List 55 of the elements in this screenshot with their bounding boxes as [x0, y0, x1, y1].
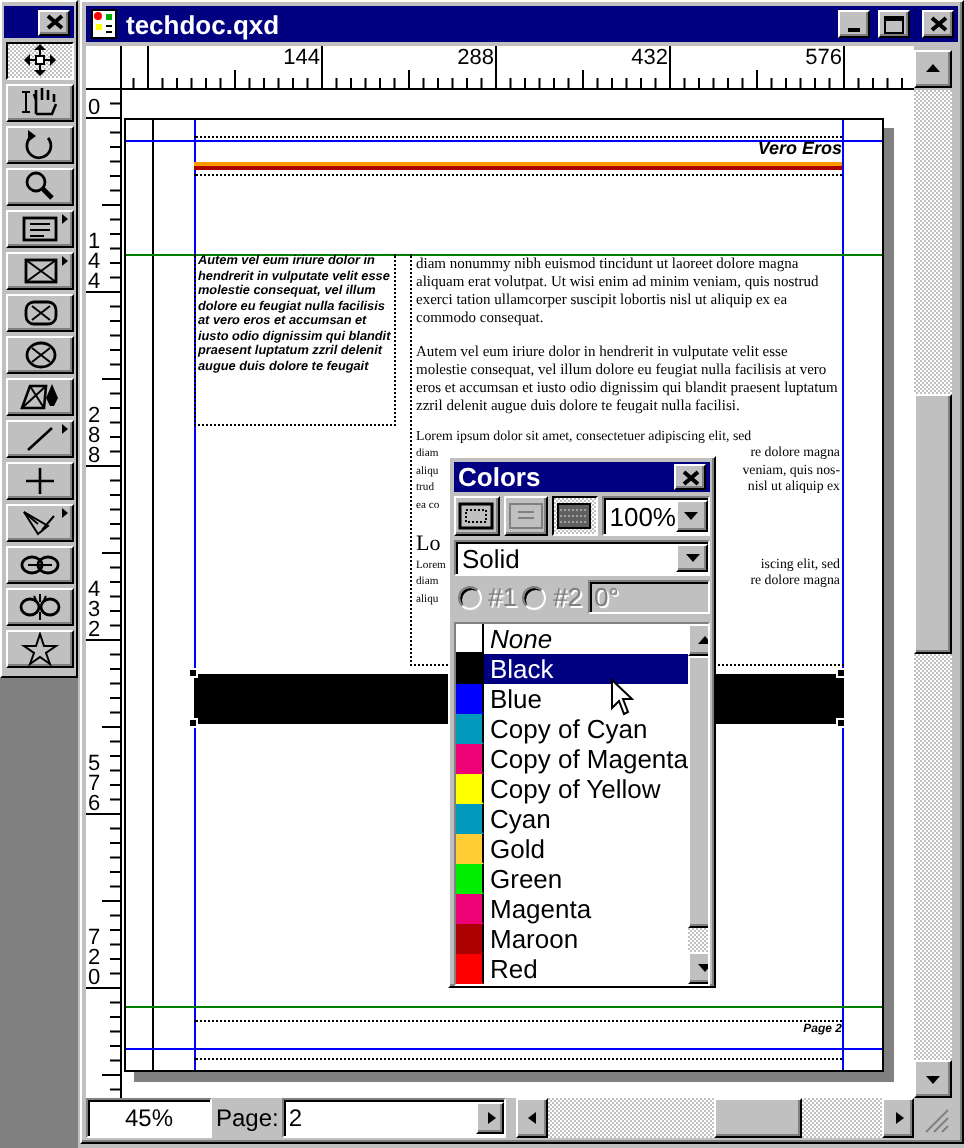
text-color-icon [505, 500, 546, 532]
selection-handle[interactable] [836, 668, 846, 678]
close-icon [929, 16, 947, 32]
document-icon [90, 8, 118, 40]
scroll-thumb[interactable] [713, 1098, 802, 1138]
ruler-label: 144 [283, 48, 320, 70]
scroll-down-button[interactable] [914, 1060, 952, 1098]
maximize-button[interactable] [878, 10, 910, 38]
scroll-left-button[interactable] [516, 1098, 549, 1138]
close-button[interactable] [38, 9, 70, 35]
ruler-label: 432 [631, 48, 668, 70]
ruler-label: 0 [88, 98, 103, 118]
caret-down-icon [683, 552, 701, 564]
window-title: techdoc.qxd [126, 9, 282, 39]
ruler-label: 288 [457, 48, 494, 70]
color-list-item[interactable]: Black [484, 654, 689, 684]
color-mode-button[interactable] [552, 496, 598, 536]
scroll-right-button[interactable] [882, 1098, 914, 1138]
zoom-field[interactable]: 45% [86, 1098, 212, 1138]
caret-down-icon [682, 510, 701, 522]
body-heading: Lo [416, 529, 441, 558]
caret-left-icon [523, 1112, 542, 1124]
background-color-icon [554, 500, 595, 532]
page-field[interactable]: 2 [282, 1098, 507, 1138]
scroll-thumb[interactable] [914, 393, 952, 654]
blend-dropdown[interactable]: Solid [454, 540, 710, 576]
caret-down-icon [924, 1073, 942, 1085]
close-icon [681, 469, 699, 485]
ruler-label: 720 [88, 928, 103, 988]
selection-handle[interactable] [188, 668, 198, 678]
minimize-button[interactable] [838, 10, 870, 38]
color-2-label: #2 [552, 582, 582, 612]
maximize-icon [884, 15, 904, 33]
header-text: Vero Eros [757, 138, 842, 160]
page-label: Page: [216, 1104, 279, 1132]
palette-title: Colors [458, 462, 541, 492]
ruler-origin[interactable] [86, 46, 122, 90]
ruler-label: 288 [88, 406, 103, 466]
ruler-label: 576 [88, 754, 103, 814]
close-button[interactable] [922, 10, 954, 38]
close-icon [45, 14, 63, 30]
selection-handle[interactable] [188, 718, 198, 728]
pointer-icon [610, 678, 634, 716]
color-list-item[interactable]: None [484, 624, 689, 654]
selection-handle[interactable] [836, 718, 846, 728]
color-1-label: #1 [488, 582, 517, 612]
ruler-label: 432 [88, 580, 103, 640]
tool-button[interactable] [5, 42, 73, 80]
close-button[interactable] [674, 464, 706, 490]
caret-up-icon [924, 62, 942, 74]
ruler-label: 576 [805, 48, 842, 70]
ruler-label: 144 [88, 232, 103, 292]
frame-icon [456, 500, 497, 532]
scroll-up-button[interactable] [914, 49, 952, 87]
shade-dropdown[interactable]: 100% [601, 496, 710, 536]
